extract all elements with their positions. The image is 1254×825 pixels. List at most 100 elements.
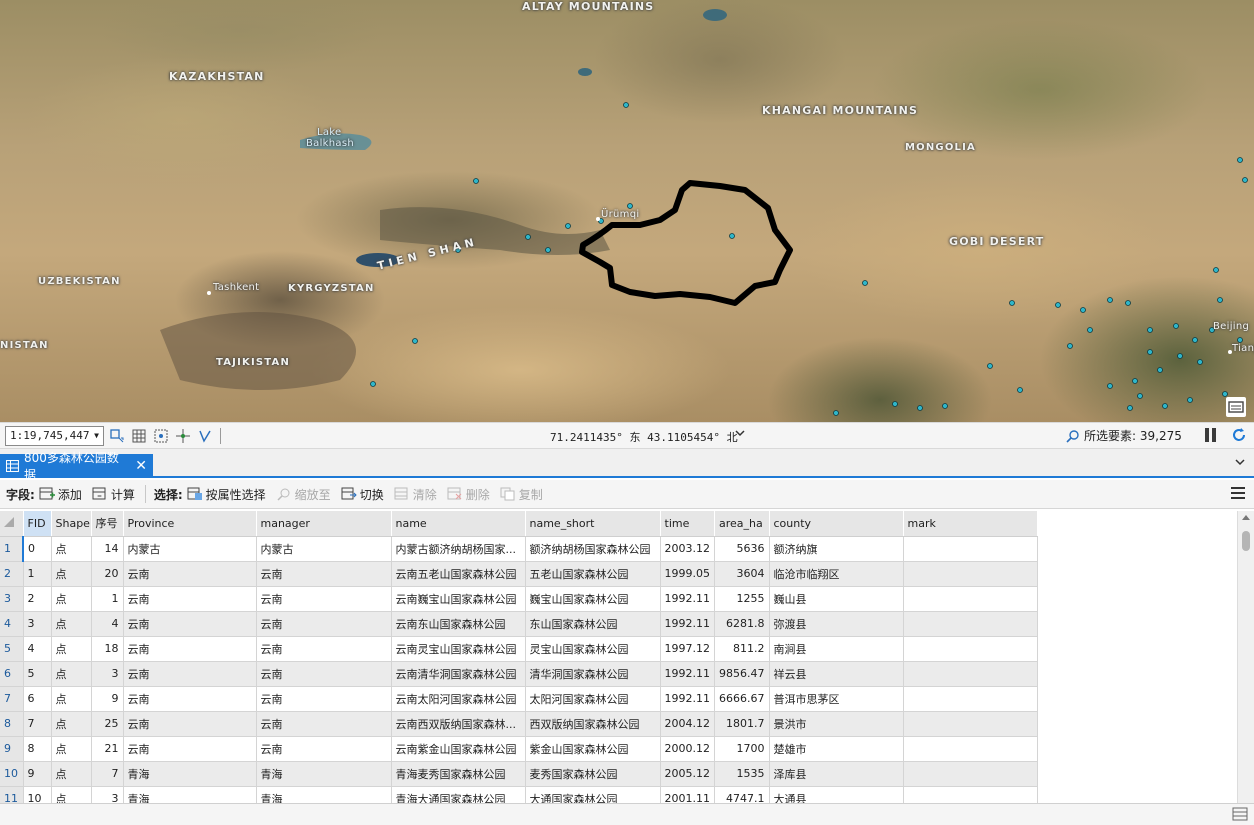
table-cell[interactable]: 灵宝山国家森林公园 bbox=[525, 636, 661, 662]
table-cell[interactable] bbox=[903, 761, 1038, 787]
table-cell[interactable]: 9 bbox=[91, 686, 124, 712]
table-cell[interactable]: 额济纳胡杨国家森林公园 bbox=[525, 536, 661, 562]
table-cell[interactable]: 巍山县 bbox=[769, 586, 904, 612]
table-cell[interactable]: 7 bbox=[23, 711, 52, 737]
table-cell[interactable]: 云南太阳河国家森林公园 bbox=[391, 686, 526, 712]
table-cell[interactable] bbox=[903, 736, 1038, 762]
table-cell[interactable]: 18 bbox=[91, 636, 124, 662]
table-cell[interactable] bbox=[903, 636, 1038, 662]
table-cell[interactable]: 云南 bbox=[123, 711, 257, 737]
table-cell[interactable]: 太阳河国家森林公园 bbox=[525, 686, 661, 712]
select-by-attributes-button[interactable]: 按属性选择 bbox=[187, 486, 266, 503]
table-cell[interactable]: 云南 bbox=[256, 711, 392, 737]
table-cell[interactable]: 云南 bbox=[256, 611, 392, 637]
table-cell[interactable]: 内蒙古 bbox=[123, 536, 257, 562]
table-cell[interactable] bbox=[903, 611, 1038, 637]
table-cell[interactable] bbox=[903, 686, 1038, 712]
table-cell[interactable]: 1 bbox=[23, 561, 52, 587]
table-cell[interactable]: 内蒙古额济纳胡杨国家... bbox=[391, 536, 526, 562]
column-header-name[interactable]: name bbox=[391, 511, 526, 537]
table-cell[interactable]: 云南 bbox=[123, 586, 257, 612]
table-cell[interactable]: 云南 bbox=[123, 661, 257, 687]
table-cell[interactable]: 6281.8 bbox=[714, 611, 770, 637]
table-cell[interactable]: 20 bbox=[91, 561, 124, 587]
table-cell[interactable] bbox=[903, 561, 1038, 587]
table-cell[interactable]: 1992.11 bbox=[660, 586, 715, 612]
column-header-manager[interactable]: manager bbox=[256, 511, 392, 537]
table-cell[interactable]: 弥渡县 bbox=[769, 611, 904, 637]
table-cell[interactable] bbox=[903, 786, 1038, 803]
table-cell[interactable]: 4 bbox=[91, 611, 124, 637]
table-cell[interactable]: 5 bbox=[23, 661, 52, 687]
row-number[interactable]: 11 bbox=[0, 786, 24, 803]
table-cell[interactable]: 3 bbox=[91, 786, 124, 803]
guides-icon[interactable] bbox=[174, 427, 192, 445]
column-header-province[interactable]: Province bbox=[123, 511, 257, 537]
table-cell[interactable]: 普洱市思茅区 bbox=[769, 686, 904, 712]
table-cell[interactable]: 点 bbox=[51, 636, 92, 662]
table-cell[interactable]: 点 bbox=[51, 586, 92, 612]
table-cell[interactable]: 9856.47 bbox=[714, 661, 770, 687]
row-number[interactable]: 7 bbox=[0, 686, 24, 712]
table-cell[interactable]: 云南 bbox=[123, 736, 257, 762]
refresh-icon[interactable] bbox=[1231, 427, 1247, 446]
column-header-fid[interactable]: FID bbox=[23, 511, 52, 537]
row-number[interactable]: 5 bbox=[0, 636, 24, 662]
select-all-corner[interactable] bbox=[0, 511, 24, 537]
table-cell[interactable]: 3 bbox=[91, 661, 124, 687]
row-number[interactable]: 9 bbox=[0, 736, 24, 762]
table-cell[interactable]: 2004.12 bbox=[660, 711, 715, 737]
clear-selection-button[interactable]: 清除 bbox=[394, 486, 437, 503]
column-header-name-short[interactable]: name_short bbox=[525, 511, 661, 537]
table-cell[interactable]: 内蒙古 bbox=[256, 536, 392, 562]
table-cell[interactable]: 1992.11 bbox=[660, 611, 715, 637]
table-cell[interactable]: 云南 bbox=[256, 661, 392, 687]
table-row[interactable]: 4 3 点 4 云南 云南 云南东山国家森林公园 东山国家森林公园 1992.11 6281.8 弥… bbox=[0, 611, 1038, 637]
table-cell[interactable]: 云南 bbox=[256, 561, 392, 587]
close-icon[interactable]: ✕ bbox=[135, 458, 147, 474]
table-cell[interactable]: 东山国家森林公园 bbox=[525, 611, 661, 637]
table-cell[interactable]: 点 bbox=[51, 561, 92, 587]
table-cell[interactable]: 青海麦秀国家森林公园 bbox=[391, 761, 526, 787]
table-cell[interactable]: 点 bbox=[51, 711, 92, 737]
table-cell[interactable]: 青海大通国家森林公园 bbox=[391, 786, 526, 803]
map-layout-icon[interactable] bbox=[108, 427, 126, 445]
table-cell[interactable]: 1535 bbox=[714, 761, 770, 787]
table-cell[interactable]: 1992.11 bbox=[660, 661, 715, 687]
column-header-shape[interactable]: Shape bbox=[51, 511, 92, 537]
table-cell[interactable]: 2003.12 bbox=[660, 536, 715, 562]
table-cell[interactable]: 云南东山国家森林公园 bbox=[391, 611, 526, 637]
table-cell[interactable]: 云南 bbox=[123, 561, 257, 587]
vertical-scrollbar[interactable] bbox=[1237, 511, 1254, 803]
table-cell[interactable]: 云南 bbox=[256, 686, 392, 712]
table-cell[interactable]: 巍宝山国家森林公园 bbox=[525, 586, 661, 612]
table-cell[interactable]: 云南紫金山国家森林公园 bbox=[391, 736, 526, 762]
table-cell[interactable]: 8 bbox=[23, 736, 52, 762]
table-cell[interactable]: 点 bbox=[51, 736, 92, 762]
snapping-icon[interactable] bbox=[152, 427, 170, 445]
grid-icon[interactable] bbox=[130, 427, 148, 445]
table-row[interactable]: 11 10 点 3 青海 青海 青海大通国家森林公园 大通国家森林公园 2001.11 4747.… bbox=[0, 786, 1038, 803]
table-cell[interactable]: 额济纳旗 bbox=[769, 536, 904, 562]
table-row[interactable]: 5 4 点 18 云南 云南 云南灵宝山国家森林公园 灵宝山国家森林公园 1997.12 811.… bbox=[0, 636, 1038, 662]
table-cell[interactable]: 五老山国家森林公园 bbox=[525, 561, 661, 587]
table-cell[interactable]: 10 bbox=[23, 786, 52, 803]
table-row[interactable]: 10 9 点 7 青海 青海 青海麦秀国家森林公园 麦秀国家森林公园 2005.12 1535 泽库… bbox=[0, 761, 1038, 787]
table-cell[interactable]: 大通县 bbox=[769, 786, 904, 803]
table-cell[interactable]: 景洪市 bbox=[769, 711, 904, 737]
table-cell[interactable]: 2000.12 bbox=[660, 736, 715, 762]
row-number[interactable]: 10 bbox=[0, 761, 24, 787]
table-cell[interactable]: 3 bbox=[23, 611, 52, 637]
table-cell[interactable]: 点 bbox=[51, 686, 92, 712]
table-cell[interactable]: 云南 bbox=[256, 636, 392, 662]
table-cell[interactable]: 云南五老山国家森林公园 bbox=[391, 561, 526, 587]
table-cell[interactable]: 14 bbox=[91, 536, 124, 562]
column-header-time[interactable]: time bbox=[660, 511, 715, 537]
table-cell[interactable]: 云南西双版纳国家森林... bbox=[391, 711, 526, 737]
region-outline[interactable] bbox=[579, 180, 793, 306]
table-cell[interactable]: 云南 bbox=[123, 611, 257, 637]
table-cell[interactable]: 西双版纳国家森林公园 bbox=[525, 711, 661, 737]
table-cell[interactable] bbox=[903, 711, 1038, 737]
table-row[interactable]: 6 5 点 3 云南 云南 云南清华洞国家森林公园 清华洞国家森林公园 1992.11 9856.… bbox=[0, 661, 1038, 687]
scrollbar-thumb[interactable] bbox=[1242, 531, 1250, 551]
